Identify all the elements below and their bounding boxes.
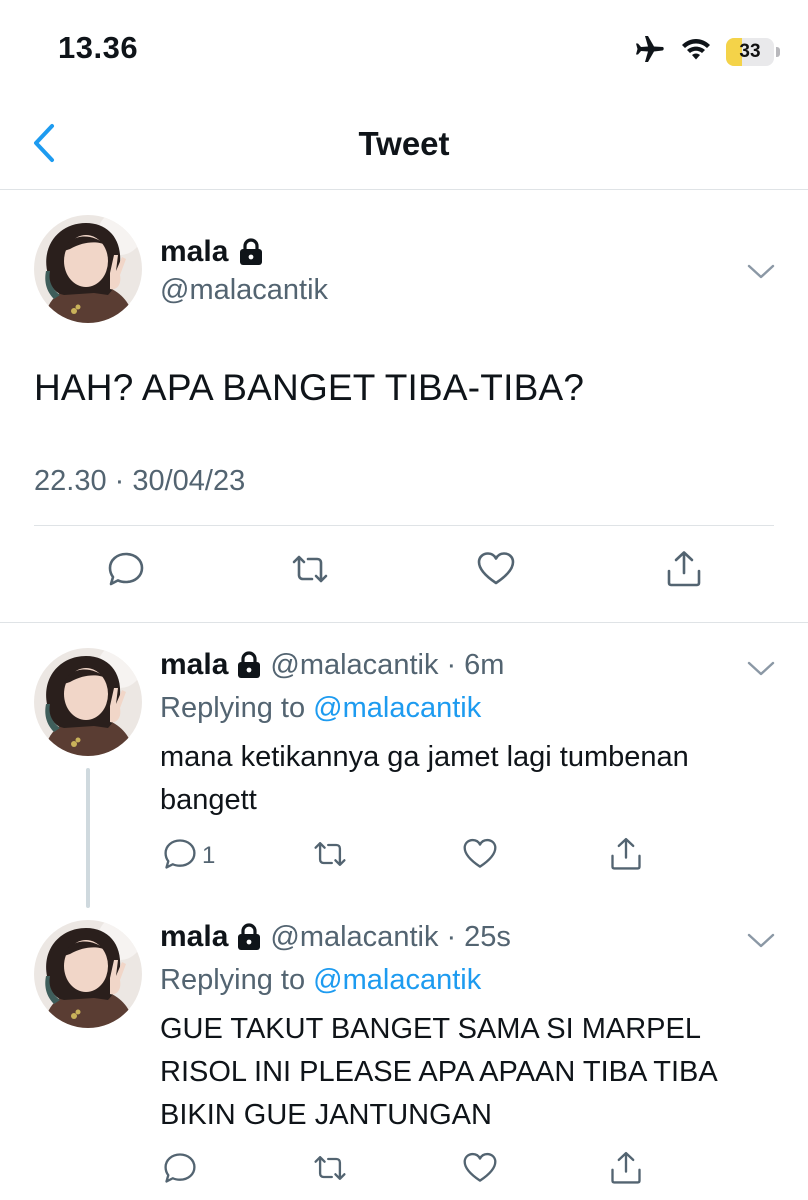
- reply-icon: [162, 1150, 198, 1191]
- reply-tweet: mala @malacantik · 6m Replying to @malac…: [0, 624, 808, 900]
- author-handle[interactable]: @malacantik: [270, 921, 438, 954]
- reply-button[interactable]: [162, 1148, 202, 1192]
- replying-to-link[interactable]: @malacantik: [313, 692, 481, 724]
- reply-button[interactable]: 1: [162, 834, 215, 878]
- status-icons: 33: [634, 34, 780, 69]
- lock-icon: [236, 923, 262, 951]
- replying-to: Replying to @malacantik: [160, 692, 481, 725]
- status-bar: 13.36 33: [0, 0, 808, 100]
- reply-actions: [0, 1148, 808, 1192]
- like-button[interactable]: [462, 834, 498, 878]
- battery-level-text: 33: [739, 40, 761, 62]
- like-button[interactable]: [476, 549, 516, 593]
- author-name-row: mala: [160, 235, 264, 269]
- author-name[interactable]: mala: [160, 235, 228, 269]
- replying-to-link[interactable]: @malacantik: [313, 964, 481, 996]
- battery-cap: [776, 46, 780, 57]
- lock-icon: [238, 238, 264, 266]
- reply-header: mala @malacantik · 25s: [160, 920, 511, 954]
- avatar[interactable]: [34, 920, 142, 1028]
- retweet-button[interactable]: [290, 549, 330, 593]
- chevron-down-icon[interactable]: [746, 930, 776, 950]
- reply-age[interactable]: 6m: [464, 649, 504, 682]
- main-tweet: mala @malacantik HAH? APA BANGET TIBA-TI…: [0, 191, 808, 623]
- divider: [34, 525, 774, 526]
- reply-icon: [106, 549, 146, 594]
- reply-header: mala @malacantik · 6m: [160, 648, 504, 682]
- reply-button[interactable]: [106, 549, 146, 593]
- retweet-icon: [312, 1150, 348, 1191]
- retweet-icon: [312, 836, 348, 877]
- share-icon: [608, 836, 644, 877]
- author-handle[interactable]: @malacantik: [270, 649, 438, 682]
- share-button[interactable]: [608, 1148, 644, 1192]
- retweet-icon: [290, 549, 330, 594]
- wifi-icon: [680, 36, 712, 67]
- share-button[interactable]: [664, 549, 704, 593]
- reply-age[interactable]: 25s: [464, 921, 511, 954]
- avatar[interactable]: [34, 648, 142, 756]
- like-icon: [476, 549, 516, 594]
- author-name[interactable]: mala: [160, 648, 228, 682]
- lock-icon: [236, 651, 262, 679]
- airplane-icon: [634, 34, 666, 69]
- like-button[interactable]: [462, 1148, 498, 1192]
- author-name[interactable]: mala: [160, 920, 228, 954]
- replying-to: Replying to @malacantik: [160, 964, 481, 997]
- tweet-timestamp[interactable]: 22.30 · 30/04/23: [34, 465, 245, 498]
- retweet-button[interactable]: [312, 1148, 348, 1192]
- share-icon: [664, 549, 704, 594]
- chevron-down-icon[interactable]: [746, 658, 776, 678]
- reply-text: mana ketikannya ga jamet lagi tumbenan b…: [160, 741, 689, 816]
- separator: ·: [446, 648, 457, 681]
- reply-tweet: mala @malacantik · 25s Replying to @mala…: [0, 896, 808, 1200]
- avatar[interactable]: [34, 215, 142, 323]
- separator: ·: [446, 920, 457, 953]
- tweet-text: HAH? APA BANGET TIBA-TIBA?: [34, 367, 585, 408]
- like-icon: [462, 836, 498, 877]
- reply-count: 1: [202, 842, 216, 869]
- replying-to-label: Replying to: [160, 692, 306, 724]
- like-icon: [462, 1150, 498, 1191]
- reply-icon: [162, 836, 198, 877]
- nav-header: Tweet: [0, 100, 808, 190]
- status-time: 13.36: [58, 30, 139, 65]
- retweet-button[interactable]: [312, 834, 348, 878]
- reply-text: GUE TAKUT BANGET SAMA SI MARPEL RISOL IN…: [160, 1013, 717, 1131]
- author-handle[interactable]: @malacantik: [160, 274, 328, 307]
- chevron-down-icon[interactable]: [746, 261, 776, 281]
- share-icon: [608, 1150, 644, 1191]
- tweet-actions: [0, 549, 808, 599]
- replying-to-label: Replying to: [160, 964, 306, 996]
- reply-actions: 1: [0, 834, 808, 878]
- battery-icon: 33: [726, 37, 780, 66]
- page-title: Tweet: [358, 125, 450, 162]
- share-button[interactable]: [608, 834, 644, 878]
